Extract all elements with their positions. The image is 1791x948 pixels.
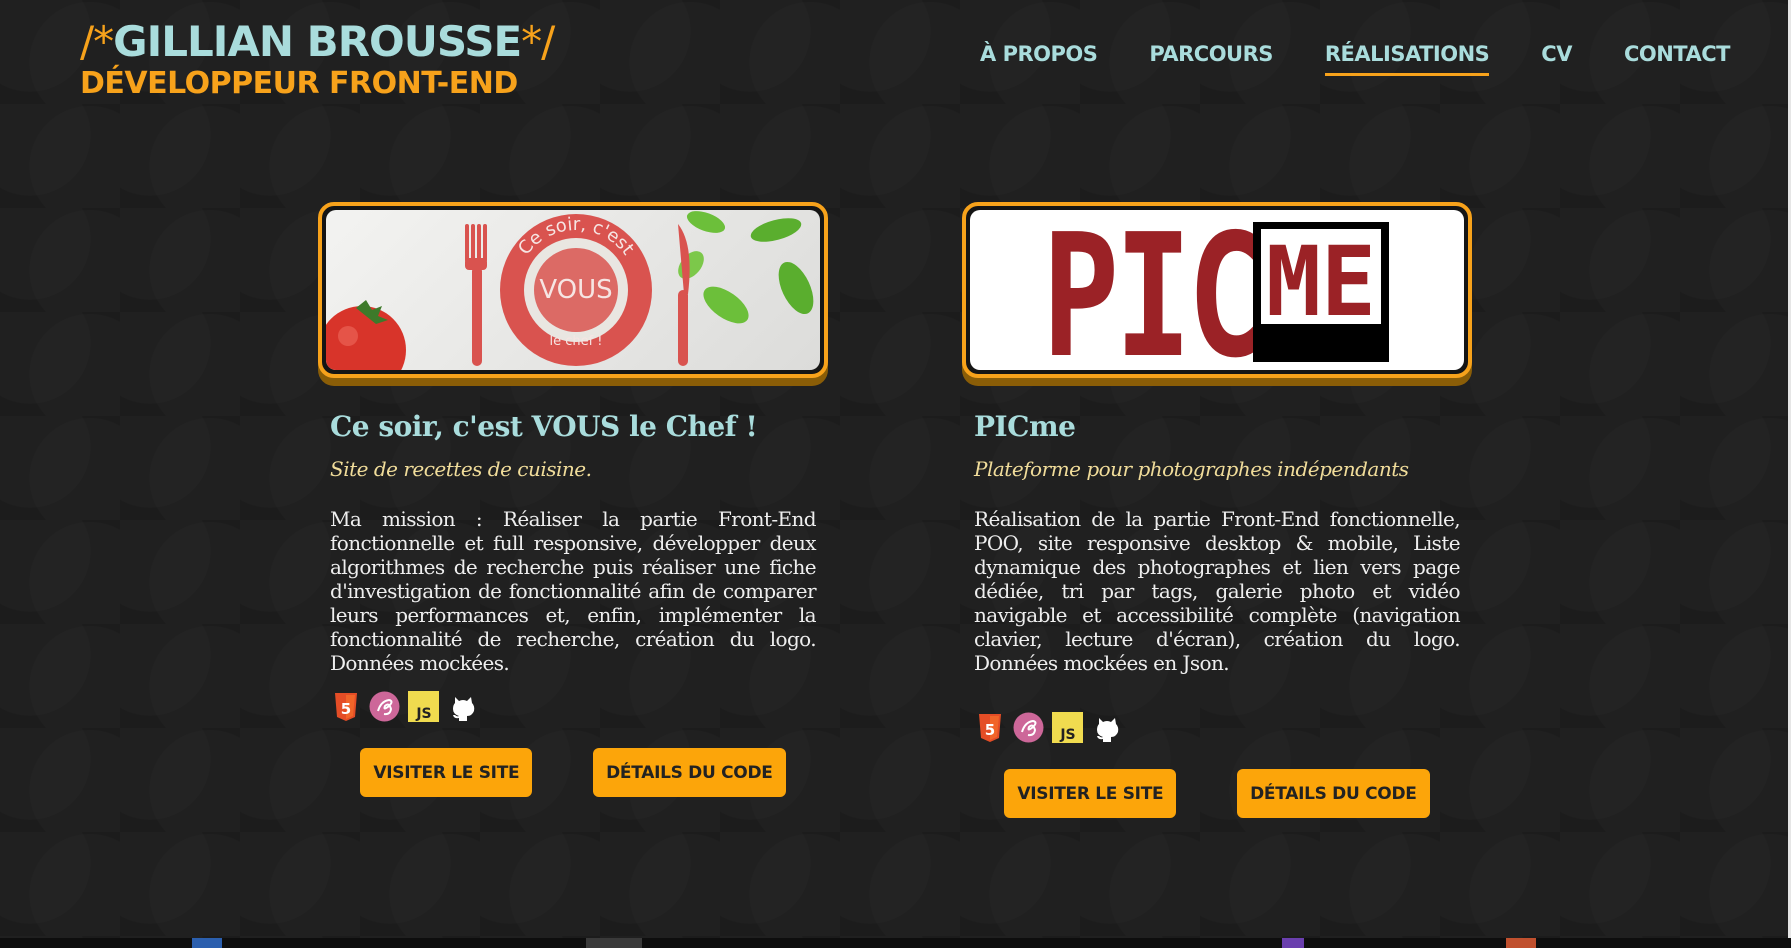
sass-icon (369, 691, 400, 722)
code-details-button[interactable]: DÉTAILS DU CODE (1237, 769, 1430, 818)
tech-stack: 5 JS (330, 691, 816, 722)
project-card-chef: Ce soir, c'est VOUS le chef ! Ce soir, c… (318, 202, 828, 797)
sass-icon (1013, 712, 1044, 743)
javascript-icon: JS (1052, 712, 1083, 743)
portfolio-page: /*GILLIAN BROUSSE*/ DÉVELOPPEUR FRONT-EN… (0, 0, 1788, 938)
svg-text:JS: JS (1059, 727, 1075, 743)
nav-item-parcours[interactable]: PARCOURS (1149, 42, 1273, 76)
os-taskbar (0, 938, 1791, 948)
svg-text:JS: JS (415, 706, 431, 722)
logo-name: GILLIAN BROUSSE (113, 17, 522, 66)
chef-logo-bottom-text: le chef ! (549, 334, 602, 349)
project-subtitle: Site de recettes de cuisine. (330, 457, 592, 481)
main-nav: À PROPOS PARCOURS RÉALISATIONS CV CONTAC… (980, 42, 1731, 76)
nav-item-realisations[interactable]: RÉALISATIONS (1324, 42, 1490, 76)
code-details-button[interactable]: DÉTAILS DU CODE (593, 748, 786, 797)
project-subtitle: Plateforme pour photographes indépendant… (974, 457, 1409, 481)
project-thumbnail-picme[interactable]: PIC ME (962, 202, 1472, 378)
taskbar-app-icon[interactable] (586, 938, 642, 948)
picme-logo-artwork: PIC ME (1042, 210, 1389, 370)
logo-role: DÉVELOPPEUR FRONT-END (80, 66, 518, 101)
taskbar-app-icon[interactable] (1506, 938, 1536, 948)
taskbar-app-icon[interactable] (192, 938, 222, 948)
project-card-body: Ce soir, c'est VOUS le Chef ! Site de re… (318, 410, 828, 797)
project-description: Ma mission : Réaliser la partie Front-En… (330, 507, 817, 675)
picme-logo-pic: PIC (1042, 210, 1260, 370)
project-actions: VISITER LE SITE DÉTAILS DU CODE (330, 748, 816, 797)
svg-text:5: 5 (340, 700, 350, 718)
svg-text:5: 5 (984, 721, 994, 739)
html5-icon: 5 (974, 712, 1005, 743)
picme-logo-me: ME (1266, 226, 1376, 338)
site-logo[interactable]: /*GILLIAN BROUSSE*/ DÉVELOPPEUR FRONT-EN… (80, 17, 555, 102)
chef-logo-vous: VOUS (539, 275, 612, 305)
project-title: Ce soir, c'est VOUS le Chef ! (330, 410, 758, 443)
taskbar-app-icon[interactable] (1282, 938, 1304, 948)
chef-logo-image: Ce soir, c'est VOUS le chef ! (326, 210, 820, 370)
project-actions: VISITER LE SITE DÉTAILS DU CODE (974, 769, 1460, 818)
project-card-body: PICme Plateforme pour photographes indép… (962, 410, 1472, 818)
project-title: PICme (974, 410, 1076, 443)
project-card-picme: PIC ME PICme Plateforme pour photographe… (962, 202, 1472, 818)
chef-logo-artwork: Ce soir, c'est VOUS le chef ! (326, 211, 814, 370)
tech-stack: 5 JS (974, 712, 1460, 743)
nav-item-cv[interactable]: CV (1541, 42, 1572, 76)
javascript-icon: JS (408, 691, 439, 722)
logo-name-line: /*GILLIAN BROUSSE*/ (80, 17, 555, 66)
nav-item-a-propos[interactable]: À PROPOS (980, 42, 1098, 76)
visit-site-button[interactable]: VISITER LE SITE (1004, 769, 1177, 818)
nav-item-contact[interactable]: CONTACT (1624, 42, 1731, 76)
github-icon (1091, 712, 1122, 743)
visit-site-button[interactable]: VISITER LE SITE (360, 748, 533, 797)
html5-icon: 5 (330, 691, 361, 722)
logo-slash-open: /* (80, 17, 114, 66)
picme-logo-image: PIC ME (970, 210, 1464, 370)
project-description: Réalisation de la partie Front-End fonct… (974, 507, 1461, 675)
project-thumbnail-chef[interactable]: Ce soir, c'est VOUS le chef ! (318, 202, 828, 378)
github-icon (447, 691, 478, 722)
logo-slash-close: */ (521, 17, 555, 66)
